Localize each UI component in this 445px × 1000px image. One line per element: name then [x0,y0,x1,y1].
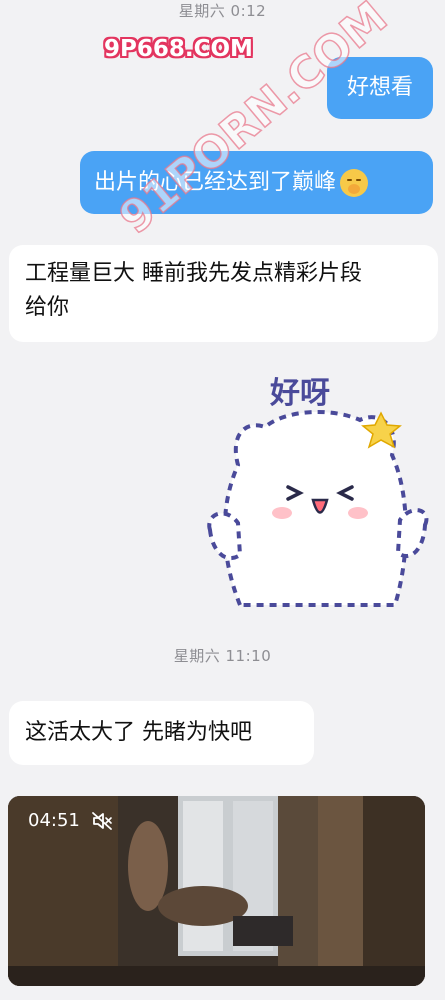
video-duration: 04:51 [28,810,80,831]
message-incoming[interactable]: 这活太大了 先睹为快吧 [9,701,314,765]
hand-over-mouth-emoji-icon [340,168,369,197]
message-text: 好想看 [346,75,413,100]
timestamp-middle: 星期六 11:10 [173,647,272,665]
message-text-line: 工程量巨大 睡前我先发点精彩片段 [25,261,362,286]
message-text-line: 给你 [25,295,70,320]
mute-icon[interactable] [91,810,113,832]
message-text: 出片的心已经达到了巅峰 [94,169,337,195]
message-outgoing[interactable]: 好想看 [327,57,433,119]
watermark-logo: 9P668.COM [104,36,253,62]
timestamp-top: 星期六 0:12 [178,2,267,20]
cat-sticker[interactable]: 好呀 [200,365,435,610]
sticker-text: 好呀 [269,376,330,411]
message-incoming[interactable]: 工程量巨大 睡前我先发点精彩片段 给你 [9,245,438,342]
message-outgoing[interactable]: 出片的心已经达到了巅峰 [80,151,433,214]
message-text: 这活太大了 先睹为快吧 [25,720,252,745]
cute-cat-sticker-icon: 好呀 [207,376,429,607]
